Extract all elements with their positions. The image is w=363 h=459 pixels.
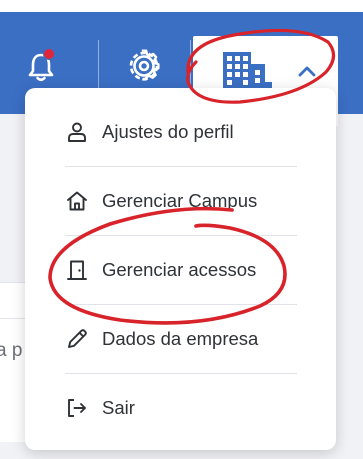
- menu-item-label: Sair: [102, 397, 135, 418]
- menu-item-profile-settings[interactable]: Ajustes do perfil: [25, 98, 336, 166]
- account-dropdown-menu: Ajustes do perfil Gerenciar Campus Geren…: [25, 88, 336, 450]
- menu-item-label: Gerenciar acessos: [102, 259, 257, 280]
- menu-item-label: Dados da empresa: [102, 328, 259, 349]
- background-partial-text: a p: [0, 340, 23, 361]
- chevron-up-icon: [298, 66, 316, 77]
- building-icon: [223, 52, 272, 90]
- top-strip: [0, 0, 363, 12]
- user-icon: [68, 122, 86, 142]
- menu-item-manage-access[interactable]: Gerenciar acessos: [25, 236, 336, 304]
- menu-item-logout[interactable]: Sair: [25, 374, 336, 442]
- pencil-icon: [68, 329, 87, 348]
- notification-badge: [43, 48, 55, 60]
- menu-item-label: Gerenciar Campus: [102, 190, 258, 211]
- menu-item-company-data[interactable]: Dados da empresa: [25, 305, 336, 373]
- menu-item-manage-campus[interactable]: Gerenciar Campus: [25, 167, 336, 235]
- menu-item-label: Ajustes do perfil: [102, 121, 234, 142]
- logout-icon: [68, 399, 86, 417]
- door-icon: [67, 260, 87, 280]
- gear-icon: [129, 49, 160, 81]
- app-screen: a p Ajustes do perfil Gerenciar Campus G…: [0, 0, 363, 459]
- home-icon: [67, 191, 87, 211]
